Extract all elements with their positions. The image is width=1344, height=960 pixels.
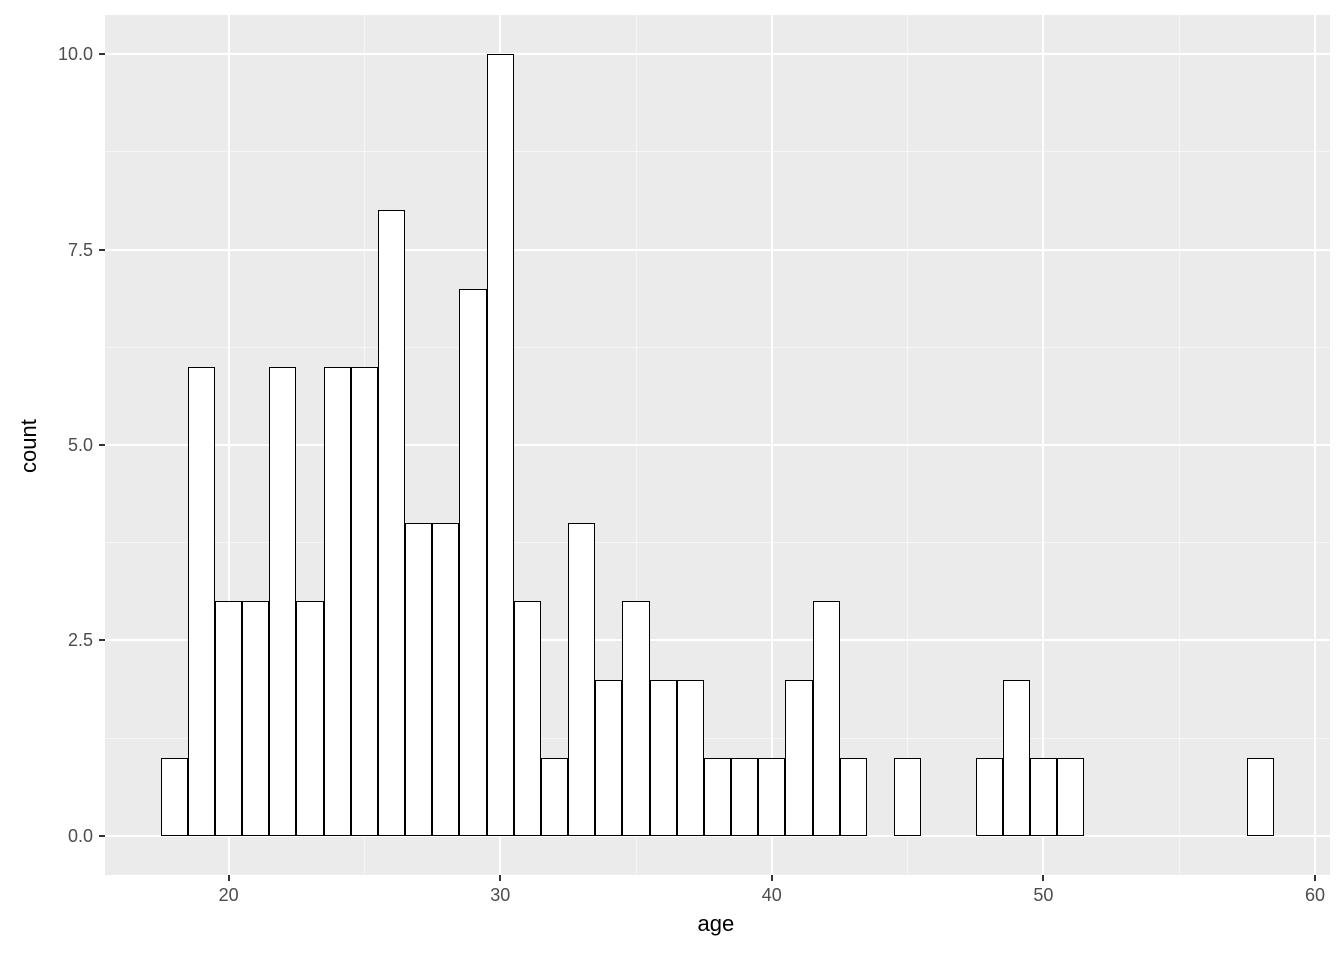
histogram-bar	[351, 367, 378, 836]
grid-minor-y	[105, 347, 1330, 348]
histogram-bar	[785, 680, 812, 836]
histogram-bar	[758, 758, 785, 836]
histogram-bar	[242, 601, 269, 836]
x-tick	[771, 875, 773, 881]
histogram-bar	[1247, 758, 1274, 836]
x-tick-label: 40	[752, 885, 792, 906]
histogram-bar	[514, 601, 541, 836]
y-tick	[99, 835, 105, 837]
histogram-bar	[161, 758, 188, 836]
histogram-bar	[215, 601, 242, 836]
y-tick-label: 10.0	[49, 44, 93, 65]
x-tick-label: 60	[1295, 885, 1335, 906]
grid-major-y	[105, 53, 1330, 55]
x-tick	[499, 875, 501, 881]
grid-minor-y	[105, 151, 1330, 152]
histogram-bar	[976, 758, 1003, 836]
x-tick	[228, 875, 230, 881]
x-axis-title: age	[698, 911, 735, 937]
histogram-bar	[1030, 758, 1057, 836]
x-tick-label: 30	[480, 885, 520, 906]
x-tick-label: 50	[1023, 885, 1063, 906]
histogram-bar	[296, 601, 323, 836]
histogram-bar	[459, 289, 486, 836]
y-tick-label: 2.5	[49, 630, 93, 651]
histogram-bar	[432, 523, 459, 836]
y-tick-label: 7.5	[49, 240, 93, 261]
y-axis-title: count	[16, 419, 42, 473]
histogram-bar	[813, 601, 840, 836]
y-tick-label: 0.0	[49, 826, 93, 847]
y-tick-label: 5.0	[49, 435, 93, 456]
histogram-bar	[622, 601, 649, 836]
y-tick	[99, 249, 105, 251]
x-tick	[1314, 875, 1316, 881]
histogram-bar	[1057, 758, 1084, 836]
y-tick	[99, 444, 105, 446]
histogram-bar	[568, 523, 595, 836]
histogram-bar	[541, 758, 568, 836]
histogram-bar	[704, 758, 731, 836]
x-tick-label: 20	[209, 885, 249, 906]
histogram-bar	[731, 758, 758, 836]
y-tick	[99, 639, 105, 641]
y-tick	[99, 53, 105, 55]
histogram-bar	[378, 210, 405, 835]
histogram-bar	[324, 367, 351, 836]
histogram-bar	[269, 367, 296, 836]
histogram-bar	[487, 54, 514, 836]
histogram-bar	[188, 367, 215, 836]
grid-major-y	[105, 249, 1330, 251]
histogram-bar	[840, 758, 867, 836]
histogram-bar	[894, 758, 921, 836]
histogram-bar	[677, 680, 704, 836]
x-tick	[1042, 875, 1044, 881]
histogram-bar	[595, 680, 622, 836]
histogram-chart: 20 30 40 50 60 0.0 2.5 5.0 7.5 10.0 age count	[0, 0, 1344, 960]
histogram-bar	[650, 680, 677, 836]
histogram-bar	[1003, 680, 1030, 836]
histogram-bar	[405, 523, 432, 836]
